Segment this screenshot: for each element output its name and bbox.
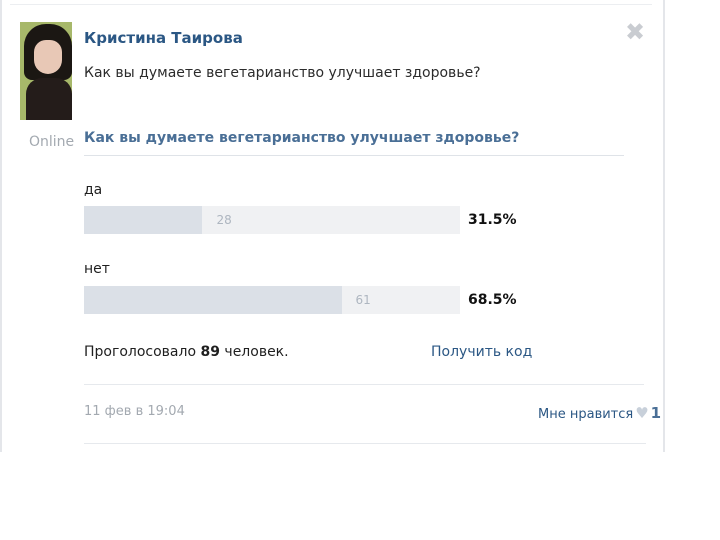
poll-option-bar[interactable]: 28 (84, 206, 460, 234)
poll-option-percent: 31.5% (468, 212, 517, 228)
online-status: Online (29, 134, 75, 150)
heart-icon: ♥ (635, 404, 649, 422)
voted-prefix: Проголосовало (84, 344, 197, 360)
voted-count: 89 (200, 344, 220, 360)
poll-option-bar[interactable]: 61 (84, 286, 460, 314)
divider (84, 155, 624, 156)
divider (10, 4, 652, 5)
poll-option-label: да (84, 182, 103, 198)
post-date-link[interactable]: 11 фев в 19:04 (84, 404, 185, 419)
author-name-link[interactable]: Кристина Таирова (84, 29, 243, 47)
voted-suffix: человек. (224, 344, 289, 360)
poll-option-count: 28 (216, 213, 232, 227)
divider (84, 443, 646, 444)
get-code-link[interactable]: Получить код (431, 344, 532, 360)
wall-post: Online Кристина Таирова Как вы думаете в… (0, 0, 665, 452)
post-text: Как вы думаете вегетарианство улучшает з… (84, 65, 481, 81)
poll-option-label: нет (84, 261, 110, 277)
avatar[interactable] (20, 22, 72, 120)
poll-bar-fill (84, 286, 342, 314)
poll-option-count: 61 (355, 293, 371, 307)
like-button[interactable]: Мне нравится ♥ 1 (538, 404, 661, 422)
like-count: 1 (650, 404, 662, 422)
like-label: Мне нравится (538, 407, 634, 422)
voted-summary: Проголосовало 89 человек. (84, 344, 289, 360)
poll-option-percent: 68.5% (468, 292, 517, 308)
poll-title: Как вы думаете вегетарианство улучшает з… (84, 130, 520, 146)
poll-bar-fill (84, 206, 203, 234)
divider (84, 384, 644, 385)
close-icon[interactable]: ✖ (625, 20, 645, 44)
